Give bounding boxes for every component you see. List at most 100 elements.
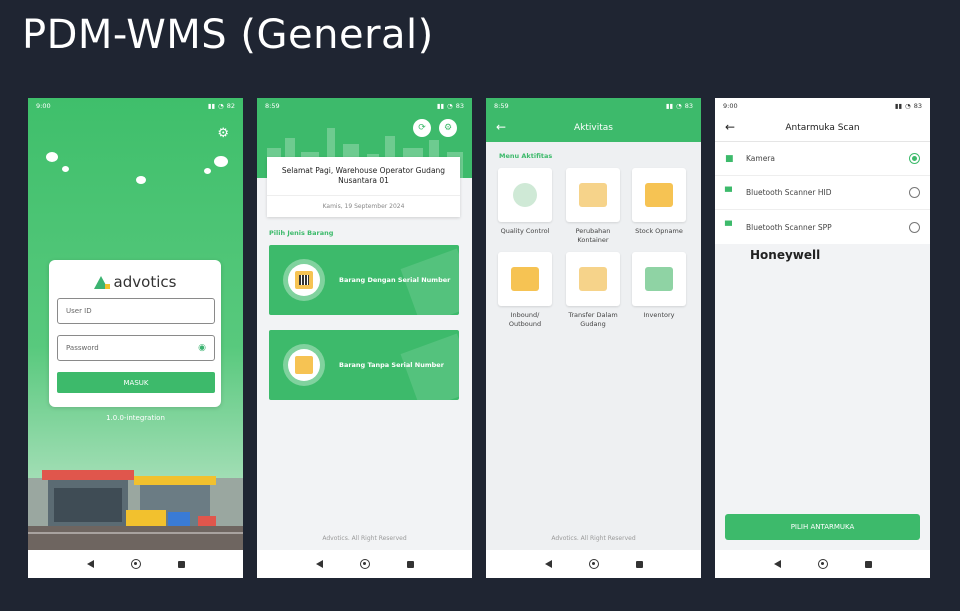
signal-icon: ▮▮ [894,102,903,110]
radio-unselected[interactable] [909,187,920,198]
app-bar: ← Antarmuka Scan [715,114,930,142]
advotics-logo-icon [93,275,110,289]
nav-back-icon[interactable] [773,560,781,568]
nav-back-icon[interactable] [544,560,552,568]
status-time: 8:59 [494,102,509,110]
camera-icon: ■ [725,153,734,164]
status-icons: ▮▮ ◔ 83 [666,102,693,110]
status-icons: ▮▮ ◔ 82 [208,102,235,110]
phone-login-screen: 9:00 ▮▮ ◔ 82 ⚙ advotics User ID Password… [28,98,243,578]
status-bar: 9:00 ▮▮ ◔ 82 [28,98,243,114]
phone-scan-interface-screen: 9:00 ▮▮ ◔ 83 ← Antarmuka Scan ■ Kamera ▀… [715,98,930,578]
menu-stock-opname[interactable]: Stock Opname [626,168,692,236]
greeting-text: Selamat Pagi, Warehouse Operator Gudang … [281,165,446,186]
honeywell-brand: Honeywell [750,248,821,262]
container-icon [579,183,607,207]
user-id-input[interactable]: User ID [57,298,215,324]
option-with-serial-number[interactable]: Barang Dengan Serial Number [269,245,459,315]
wifi-icon: ◔ [447,102,453,110]
menu-label: Inventory [643,311,675,319]
login-card: advotics User ID Password ◉ MASUK [49,260,221,407]
icon-circle [283,344,325,386]
battery-level: 83 [913,102,922,110]
menu-label: Perubahan Kontainer [575,227,611,244]
password-placeholder: Password [66,344,99,352]
signal-icon: ▮▮ [436,102,445,110]
nav-home-icon[interactable] [359,559,370,569]
sync-icon: ⟳ [418,123,426,133]
app-version: 1.0.0-integration [106,414,165,422]
icon-circle [283,259,325,301]
password-input[interactable]: Password ◉ [57,335,215,361]
menu-transfer-dalam-gudang[interactable]: Transfer Dalam Gudang [560,252,626,329]
battery-level: 82 [226,102,235,110]
scanner-icon: ▀ [725,187,732,198]
nav-home-icon[interactable] [588,559,599,569]
option-bluetooth-hid[interactable]: ▀ Bluetooth Scanner HID [715,176,930,210]
status-icons: ▮▮ ◔ 83 [437,102,464,110]
settings-gear-icon[interactable]: ⚙ [217,126,229,141]
choose-interface-button[interactable]: PILIH ANTARMUKA [725,514,920,540]
eye-off-icon[interactable]: ◉ [198,343,206,353]
option-bluetooth-spp[interactable]: ▀ Bluetooth Scanner SPP [715,210,930,244]
menu-quality-control[interactable]: Quality Control [492,168,558,236]
nav-back-icon[interactable] [86,560,94,568]
section-label: Menu Aktifitas [499,152,553,160]
menu-perubahan-kontainer[interactable]: Perubahan Kontainer [560,168,626,245]
brand-name: advotics [113,273,177,291]
menu-inventory[interactable]: Inventory [626,252,692,320]
option-label: Barang Dengan Serial Number [339,276,451,284]
option-without-serial-number[interactable]: Barang Tanpa Serial Number [269,330,459,400]
battery-level: 83 [684,102,693,110]
nav-recent-icon[interactable] [864,560,872,568]
option-label: Bluetooth Scanner SPP [746,222,832,232]
page-title: PDM-WMS (General) [22,12,434,58]
activities-body: Menu Aktifitas Quality Control Perubahan… [486,142,701,550]
back-arrow-icon[interactable]: ← [496,120,506,134]
warehouse-icon [645,267,673,291]
status-bar: 8:59 ▮▮ ◔ 83 [486,98,701,114]
menu-label: Inbound/ Outbound [508,311,542,328]
footer-copyright: Advotics. All Right Reserved [322,535,407,542]
battery-level: 83 [455,102,464,110]
wifi-icon: ◔ [905,102,911,110]
status-icons: ▮▮ ◔ 83 [895,102,922,110]
cloud-icon [204,168,211,174]
nav-recent-icon[interactable] [177,560,185,568]
nav-home-icon[interactable] [817,559,828,569]
wifi-icon: ◔ [218,102,224,110]
android-nav-bar [715,550,930,578]
gear-icon: ⚙ [443,123,453,133]
option-kamera[interactable]: ■ Kamera [715,142,930,176]
option-label: Kamera [746,154,775,163]
phone-activities-screen: 8:59 ▮▮ ◔ 83 ← Aktivitas Menu Aktifitas … [486,98,701,578]
signal-icon: ▮▮ [665,102,674,110]
option-label: Bluetooth Scanner HID [746,188,832,197]
greeting-card: Selamat Pagi, Warehouse Operator Gudang … [267,157,460,217]
signal-icon: ▮▮ [207,102,216,110]
user-id-placeholder: User ID [66,307,92,315]
nav-recent-icon[interactable] [635,560,643,568]
android-nav-bar [28,550,243,578]
nav-recent-icon[interactable] [406,560,414,568]
cloud-icon [136,176,146,184]
footer-copyright: Advotics. All Right Reserved [551,535,636,542]
menu-inbound-outbound[interactable]: Inbound/ Outbound [492,252,558,329]
sync-button[interactable]: ⟳ [413,119,431,137]
status-bar: 9:00 ▮▮ ◔ 83 [715,98,930,114]
box-icon [295,356,313,374]
status-bar: 8:59 ▮▮ ◔ 83 [257,98,472,114]
login-button[interactable]: MASUK [57,372,215,393]
cloud-icon [46,152,58,162]
back-arrow-icon[interactable]: ← [725,120,735,134]
radio-selected[interactable] [909,153,920,164]
cloud-icon [62,166,69,172]
nav-home-icon[interactable] [130,559,141,569]
radio-unselected[interactable] [909,221,920,233]
settings-button[interactable]: ⚙ [439,119,457,137]
app-bar: ← Aktivitas [486,114,701,142]
stock-boxes-icon [645,183,673,207]
wifi-icon: ◔ [676,102,682,110]
nav-back-icon[interactable] [315,560,323,568]
hand-truck-icon [579,267,607,291]
